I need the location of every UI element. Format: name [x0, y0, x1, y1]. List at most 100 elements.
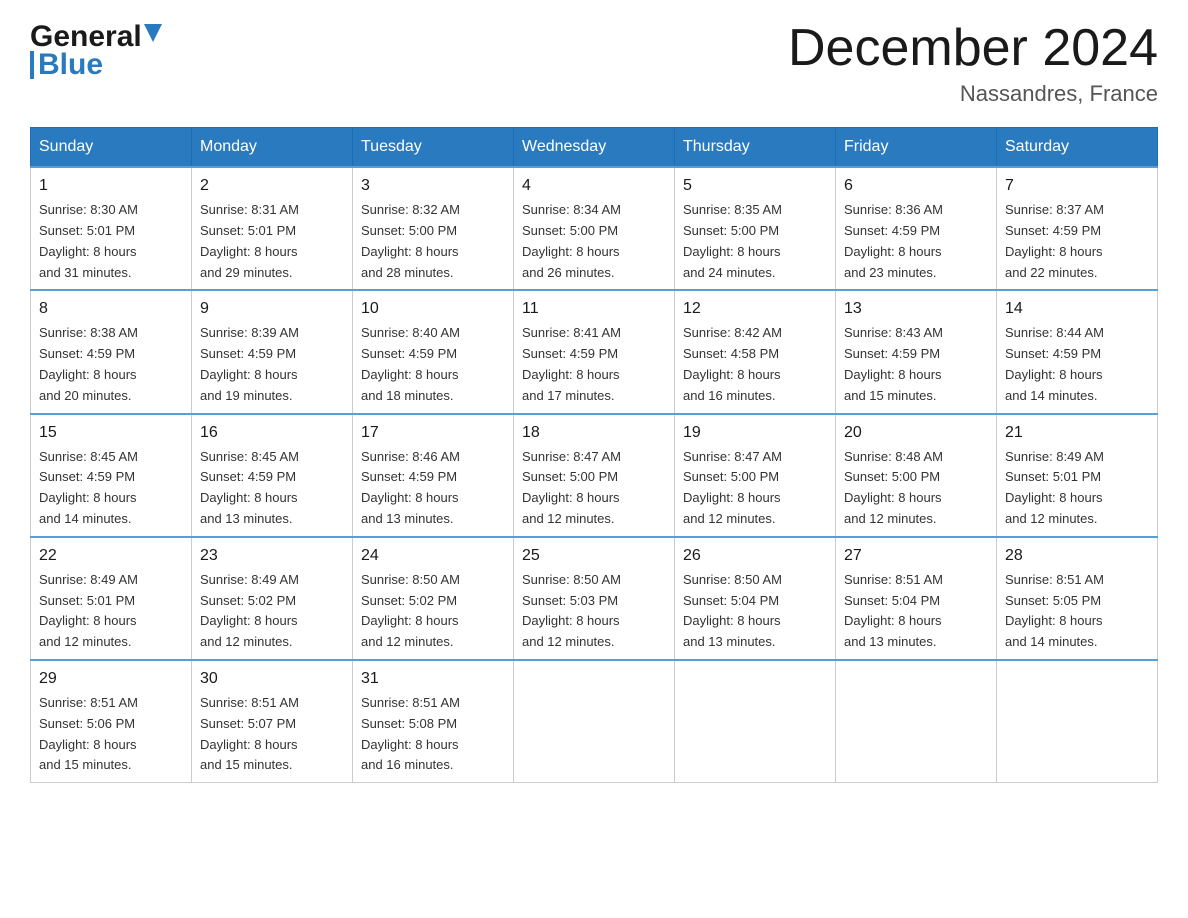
day-number: 27	[844, 544, 988, 568]
day-number: 29	[39, 667, 183, 691]
day-info: Sunrise: 8:44 AMSunset: 4:59 PMDaylight:…	[1005, 325, 1104, 402]
day-cell: 11 Sunrise: 8:41 AMSunset: 4:59 PMDaylig…	[514, 290, 675, 413]
day-info: Sunrise: 8:32 AMSunset: 5:00 PMDaylight:…	[361, 202, 460, 279]
day-info: Sunrise: 8:38 AMSunset: 4:59 PMDaylight:…	[39, 325, 138, 402]
calendar-table: SundayMondayTuesdayWednesdayThursdayFrid…	[30, 127, 1158, 783]
logo: General Blue	[30, 20, 162, 82]
day-number: 18	[522, 421, 666, 445]
title-section: December 2024 Nassandres, France	[788, 20, 1158, 107]
day-number: 13	[844, 297, 988, 321]
day-info: Sunrise: 8:50 AMSunset: 5:04 PMDaylight:…	[683, 572, 782, 649]
day-cell: 16 Sunrise: 8:45 AMSunset: 4:59 PMDaylig…	[192, 414, 353, 537]
day-number: 23	[200, 544, 344, 568]
day-cell: 28 Sunrise: 8:51 AMSunset: 5:05 PMDaylig…	[997, 537, 1158, 660]
header-row: SundayMondayTuesdayWednesdayThursdayFrid…	[31, 128, 1158, 168]
day-cell: 6 Sunrise: 8:36 AMSunset: 4:59 PMDayligh…	[836, 167, 997, 290]
day-cell: 30 Sunrise: 8:51 AMSunset: 5:07 PMDaylig…	[192, 660, 353, 783]
day-info: Sunrise: 8:43 AMSunset: 4:59 PMDaylight:…	[844, 325, 943, 402]
day-cell: 5 Sunrise: 8:35 AMSunset: 5:00 PMDayligh…	[675, 167, 836, 290]
day-info: Sunrise: 8:51 AMSunset: 5:06 PMDaylight:…	[39, 695, 138, 772]
week-row-2: 8 Sunrise: 8:38 AMSunset: 4:59 PMDayligh…	[31, 290, 1158, 413]
day-cell: 1 Sunrise: 8:30 AMSunset: 5:01 PMDayligh…	[31, 167, 192, 290]
day-cell: 3 Sunrise: 8:32 AMSunset: 5:00 PMDayligh…	[353, 167, 514, 290]
day-info: Sunrise: 8:40 AMSunset: 4:59 PMDaylight:…	[361, 325, 460, 402]
day-number: 24	[361, 544, 505, 568]
day-number: 1	[39, 174, 183, 198]
day-cell: 18 Sunrise: 8:47 AMSunset: 5:00 PMDaylig…	[514, 414, 675, 537]
day-number: 25	[522, 544, 666, 568]
day-cell: 12 Sunrise: 8:42 AMSunset: 4:58 PMDaylig…	[675, 290, 836, 413]
day-info: Sunrise: 8:37 AMSunset: 4:59 PMDaylight:…	[1005, 202, 1104, 279]
day-number: 21	[1005, 421, 1149, 445]
day-number: 28	[1005, 544, 1149, 568]
day-cell: 19 Sunrise: 8:47 AMSunset: 5:00 PMDaylig…	[675, 414, 836, 537]
day-cell: 26 Sunrise: 8:50 AMSunset: 5:04 PMDaylig…	[675, 537, 836, 660]
col-header-tuesday: Tuesday	[353, 128, 514, 168]
col-header-monday: Monday	[192, 128, 353, 168]
day-info: Sunrise: 8:47 AMSunset: 5:00 PMDaylight:…	[522, 449, 621, 526]
day-info: Sunrise: 8:47 AMSunset: 5:00 PMDaylight:…	[683, 449, 782, 526]
day-number: 22	[39, 544, 183, 568]
day-info: Sunrise: 8:50 AMSunset: 5:03 PMDaylight:…	[522, 572, 621, 649]
day-cell: 31 Sunrise: 8:51 AMSunset: 5:08 PMDaylig…	[353, 660, 514, 783]
day-cell: 27 Sunrise: 8:51 AMSunset: 5:04 PMDaylig…	[836, 537, 997, 660]
day-cell: 7 Sunrise: 8:37 AMSunset: 4:59 PMDayligh…	[997, 167, 1158, 290]
day-cell: 22 Sunrise: 8:49 AMSunset: 5:01 PMDaylig…	[31, 537, 192, 660]
day-cell: 21 Sunrise: 8:49 AMSunset: 5:01 PMDaylig…	[997, 414, 1158, 537]
col-header-wednesday: Wednesday	[514, 128, 675, 168]
day-cell: 29 Sunrise: 8:51 AMSunset: 5:06 PMDaylig…	[31, 660, 192, 783]
day-cell: 15 Sunrise: 8:45 AMSunset: 4:59 PMDaylig…	[31, 414, 192, 537]
day-number: 9	[200, 297, 344, 321]
day-number: 31	[361, 667, 505, 691]
location: Nassandres, France	[788, 81, 1158, 107]
day-number: 14	[1005, 297, 1149, 321]
day-number: 4	[522, 174, 666, 198]
day-cell	[514, 660, 675, 783]
day-number: 17	[361, 421, 505, 445]
day-cell: 24 Sunrise: 8:50 AMSunset: 5:02 PMDaylig…	[353, 537, 514, 660]
day-info: Sunrise: 8:34 AMSunset: 5:00 PMDaylight:…	[522, 202, 621, 279]
day-number: 26	[683, 544, 827, 568]
day-cell: 2 Sunrise: 8:31 AMSunset: 5:01 PMDayligh…	[192, 167, 353, 290]
day-cell	[675, 660, 836, 783]
day-number: 19	[683, 421, 827, 445]
logo-blue-text: Blue	[38, 48, 103, 82]
day-number: 20	[844, 421, 988, 445]
day-info: Sunrise: 8:48 AMSunset: 5:00 PMDaylight:…	[844, 449, 943, 526]
col-header-thursday: Thursday	[675, 128, 836, 168]
day-info: Sunrise: 8:39 AMSunset: 4:59 PMDaylight:…	[200, 325, 299, 402]
day-number: 5	[683, 174, 827, 198]
day-info: Sunrise: 8:51 AMSunset: 5:08 PMDaylight:…	[361, 695, 460, 772]
day-number: 16	[200, 421, 344, 445]
day-number: 12	[683, 297, 827, 321]
day-info: Sunrise: 8:45 AMSunset: 4:59 PMDaylight:…	[200, 449, 299, 526]
day-cell	[836, 660, 997, 783]
day-cell: 23 Sunrise: 8:49 AMSunset: 5:02 PMDaylig…	[192, 537, 353, 660]
day-info: Sunrise: 8:46 AMSunset: 4:59 PMDaylight:…	[361, 449, 460, 526]
day-cell: 20 Sunrise: 8:48 AMSunset: 5:00 PMDaylig…	[836, 414, 997, 537]
day-info: Sunrise: 8:51 AMSunset: 5:04 PMDaylight:…	[844, 572, 943, 649]
day-info: Sunrise: 8:36 AMSunset: 4:59 PMDaylight:…	[844, 202, 943, 279]
day-cell	[997, 660, 1158, 783]
day-info: Sunrise: 8:45 AMSunset: 4:59 PMDaylight:…	[39, 449, 138, 526]
day-info: Sunrise: 8:35 AMSunset: 5:00 PMDaylight:…	[683, 202, 782, 279]
month-title: December 2024	[788, 20, 1158, 77]
week-row-4: 22 Sunrise: 8:49 AMSunset: 5:01 PMDaylig…	[31, 537, 1158, 660]
day-info: Sunrise: 8:31 AMSunset: 5:01 PMDaylight:…	[200, 202, 299, 279]
day-cell: 14 Sunrise: 8:44 AMSunset: 4:59 PMDaylig…	[997, 290, 1158, 413]
day-info: Sunrise: 8:49 AMSunset: 5:02 PMDaylight:…	[200, 572, 299, 649]
day-info: Sunrise: 8:50 AMSunset: 5:02 PMDaylight:…	[361, 572, 460, 649]
day-cell: 10 Sunrise: 8:40 AMSunset: 4:59 PMDaylig…	[353, 290, 514, 413]
logo-triangle-icon	[144, 24, 162, 42]
day-cell: 25 Sunrise: 8:50 AMSunset: 5:03 PMDaylig…	[514, 537, 675, 660]
day-info: Sunrise: 8:41 AMSunset: 4:59 PMDaylight:…	[522, 325, 621, 402]
day-info: Sunrise: 8:30 AMSunset: 5:01 PMDaylight:…	[39, 202, 138, 279]
day-number: 15	[39, 421, 183, 445]
day-cell: 17 Sunrise: 8:46 AMSunset: 4:59 PMDaylig…	[353, 414, 514, 537]
day-cell: 13 Sunrise: 8:43 AMSunset: 4:59 PMDaylig…	[836, 290, 997, 413]
page-header: General Blue December 2024 Nassandres, F…	[30, 20, 1158, 107]
day-number: 6	[844, 174, 988, 198]
col-header-sunday: Sunday	[31, 128, 192, 168]
day-number: 2	[200, 174, 344, 198]
week-row-5: 29 Sunrise: 8:51 AMSunset: 5:06 PMDaylig…	[31, 660, 1158, 783]
